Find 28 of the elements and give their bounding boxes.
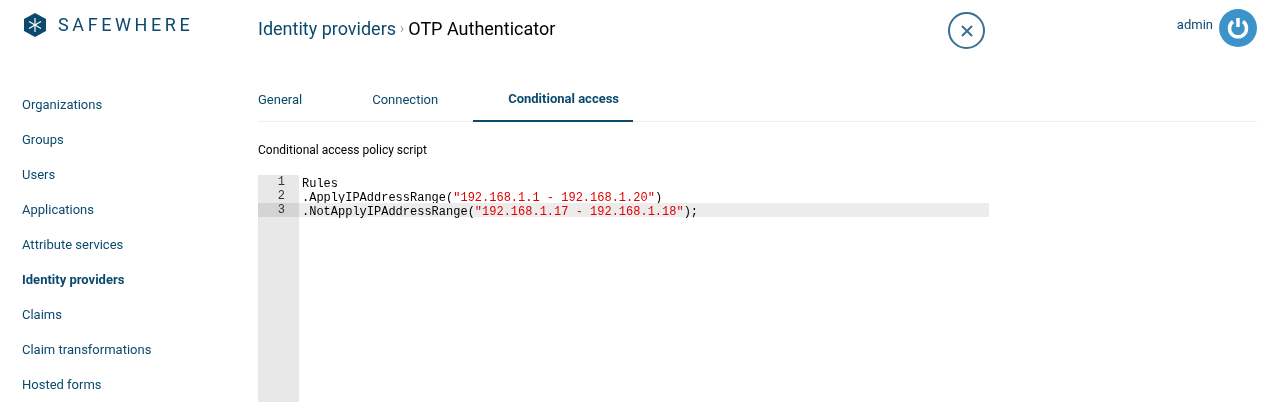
sidebar-item[interactable]: Hosted forms xyxy=(0,367,258,402)
sidebar-item[interactable]: Users xyxy=(0,157,258,192)
breadcrumb-separator: › xyxy=(400,19,405,38)
line-number: 3 xyxy=(258,203,299,217)
logo-icon xyxy=(22,12,48,38)
line-number: 2 xyxy=(276,189,286,203)
logo-text: SAFEWHERE xyxy=(58,13,194,37)
sidebar-item[interactable]: Groups xyxy=(0,122,258,157)
code-line: .NotApplyIPAddressRange("192.168.1.17 - 192.168.1.18"); xyxy=(301,205,699,219)
sidebar-item[interactable]: Attribute services xyxy=(0,227,258,262)
sidebar-item[interactable]: Identity providers xyxy=(0,262,258,297)
page-title: OTP Authenticator xyxy=(408,17,556,41)
tab[interactable]: Conditional access xyxy=(473,73,634,122)
breadcrumb-link[interactable]: Identity providers xyxy=(258,15,396,42)
sidebar-item[interactable]: Claims xyxy=(0,297,258,332)
sidebar-item[interactable]: Applications xyxy=(0,192,258,227)
sidebar-item[interactable]: Organizations xyxy=(0,87,258,122)
tab[interactable]: Connection xyxy=(337,72,474,121)
line-number: 1 xyxy=(276,175,286,189)
field-label: Conditional access policy script xyxy=(258,143,427,157)
close-button[interactable] xyxy=(948,12,985,49)
sidebar-item[interactable]: Claim transformations xyxy=(0,332,258,367)
close-icon xyxy=(959,23,974,38)
power-icon xyxy=(1226,16,1250,40)
code-line: Rules xyxy=(301,177,338,191)
tab[interactable]: General xyxy=(258,72,338,121)
user-name: admin xyxy=(1176,16,1213,34)
power-button[interactable] xyxy=(1219,9,1257,47)
